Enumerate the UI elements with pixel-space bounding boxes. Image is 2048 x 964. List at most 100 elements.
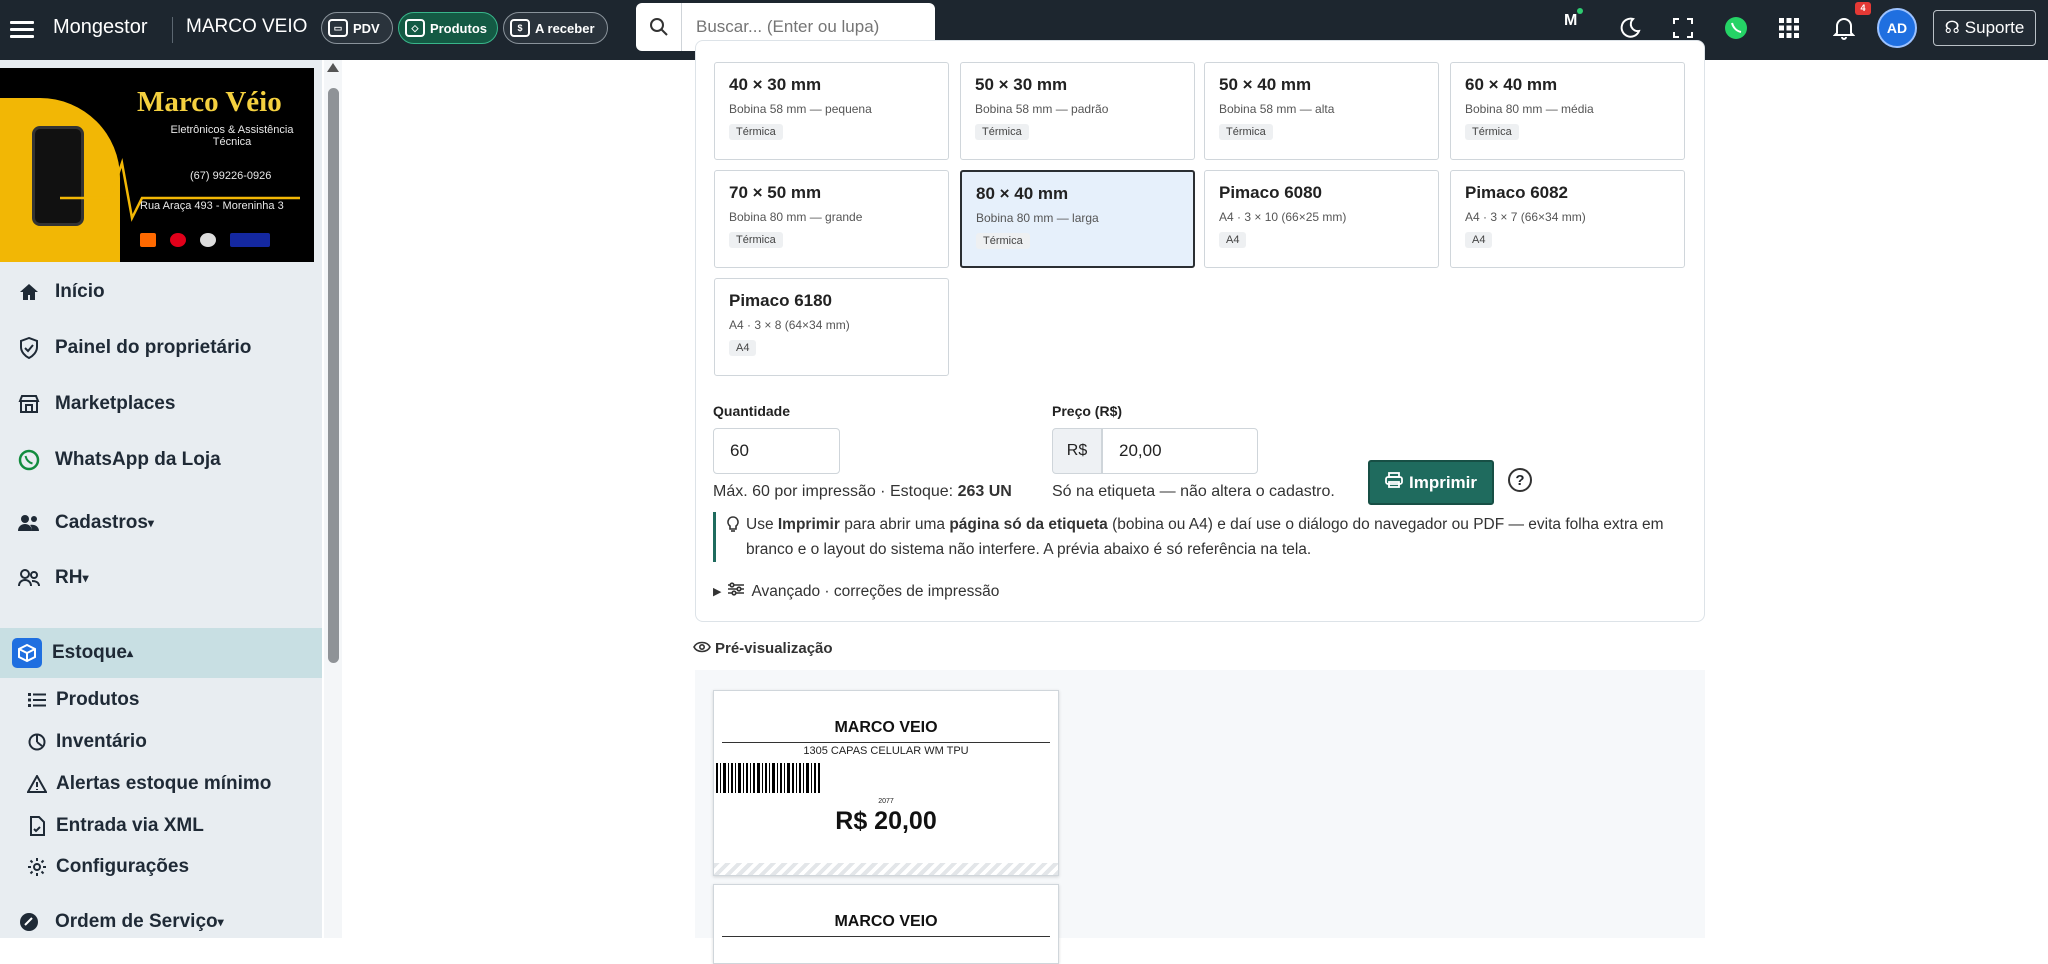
receivable-icon: $ xyxy=(510,19,530,37)
search-input[interactable] xyxy=(682,16,922,38)
quantity-hint: Máx. 60 por impressão · Estoque: 263 UN xyxy=(713,483,1012,501)
shield-icon xyxy=(17,336,41,360)
sidebar-subitem-alertas[interactable]: Alertas estoque mínimo xyxy=(0,768,322,800)
tools-icon xyxy=(17,910,41,934)
sidebar: Marco Véio Eletrônicos & Assistência Téc… xyxy=(0,60,322,938)
format-option[interactable]: 40 × 30 mm Bobina 58 mm — pequena Térmic… xyxy=(714,62,949,160)
quantity-hint-text: Máx. 60 por impressão · Estoque: xyxy=(713,483,958,500)
quantity-input[interactable]: 60 xyxy=(713,428,840,474)
whatsapp-icon xyxy=(17,448,41,472)
sidebar-scrollbar[interactable] xyxy=(324,60,342,938)
whatsapp-icon[interactable] xyxy=(1721,13,1751,43)
notification-badge: 4 xyxy=(1855,2,1871,15)
sidebar-subitem-configuracoes[interactable]: Configurações xyxy=(0,851,322,883)
avatar[interactable]: AD xyxy=(1877,8,1917,48)
a-receber-button[interactable]: $ A receber xyxy=(503,12,608,44)
format-name: 70 × 50 mm xyxy=(729,183,822,202)
sidebar-subitem-inventario[interactable]: Inventário xyxy=(0,726,322,758)
logo-title: Marco Véio xyxy=(137,86,282,118)
gear-icon xyxy=(27,857,47,877)
sidebar-item-marketplaces[interactable]: Marketplaces xyxy=(0,382,322,426)
sidebar-subitem-xml[interactable]: Entrada via XML xyxy=(0,810,322,842)
format-tag: Térmica xyxy=(729,232,783,248)
sidebar-item-estoque[interactable]: Estoque ▴ xyxy=(0,628,322,678)
lightbulb-icon xyxy=(727,516,739,541)
people-icon xyxy=(17,566,41,590)
format-name: 60 × 40 mm xyxy=(1465,75,1558,94)
format-option[interactable]: 60 × 40 mm Bobina 80 mm — média Térmica xyxy=(1450,62,1685,160)
format-option[interactable]: Pimaco 6180 A4 · 3 × 8 (64×34 mm) A4 xyxy=(714,278,949,376)
pdv-button[interactable]: ▭ PDV xyxy=(321,12,393,44)
format-option[interactable]: Pimaco 6082 A4 · 3 × 7 (66×34 mm) A4 xyxy=(1450,170,1685,268)
format-option-selected[interactable]: 80 × 40 mm Bobina 80 mm — larga Térmica xyxy=(960,170,1195,268)
m-app-icon[interactable]: M xyxy=(1564,8,1583,30)
help-icon[interactable]: ? xyxy=(1508,468,1532,492)
apps-grid-icon[interactable] xyxy=(1774,13,1804,43)
fullscreen-icon[interactable] xyxy=(1668,13,1698,43)
pdv-label: PDV xyxy=(353,20,380,36)
format-desc: Bobina 58 mm — pequena xyxy=(729,102,872,116)
divider xyxy=(172,17,173,43)
format-desc: Bobina 80 mm — média xyxy=(1465,102,1594,116)
sidebar-item-label: Estoque xyxy=(52,642,127,663)
format-option[interactable]: 50 × 30 mm Bobina 58 mm — padrão Térmica xyxy=(960,62,1195,160)
m-letter: M xyxy=(1564,12,1578,29)
subitem-label: Inventário xyxy=(56,731,147,752)
file-icon xyxy=(27,816,47,836)
dark-mode-icon[interactable] xyxy=(1615,13,1645,43)
format-name: 50 × 30 mm xyxy=(975,75,1068,94)
barcode xyxy=(716,763,820,793)
search-icon[interactable] xyxy=(636,3,682,51)
advanced-toggle[interactable]: ▶ Avançado · correções de impressão xyxy=(713,582,999,601)
price-input[interactable]: 20,00 xyxy=(1102,428,1258,474)
sidebar-item-label: Marketplaces xyxy=(55,393,176,414)
format-option[interactable]: Pimaco 6080 A4 · 3 × 10 (66×25 mm) A4 xyxy=(1204,170,1439,268)
label-preview-2: MARCO VEIO xyxy=(713,884,1059,964)
support-button[interactable]: ☊ Suporte xyxy=(1933,10,2036,46)
format-option[interactable]: 50 × 40 mm Bobina 58 mm — alta Térmica xyxy=(1204,62,1439,160)
sidebar-item-label: RH xyxy=(55,567,83,588)
label-preview: MARCO VEIO 1305 CAPAS CELULAR WM TPU 207… xyxy=(713,690,1059,876)
advanced-label: Avançado · correções de impressão xyxy=(751,582,1000,600)
currency-prefix: R$ xyxy=(1052,428,1102,474)
sidebar-item-label: Painel do proprietário xyxy=(55,337,252,358)
menu-icon[interactable] xyxy=(10,17,34,43)
sidebar-item-cadastros[interactable]: Cadastros ▾ xyxy=(0,501,322,545)
chevron-down-icon: ▾ xyxy=(147,516,154,530)
cut-line xyxy=(714,863,1058,875)
produtos-label: Produtos xyxy=(429,20,487,36)
produtos-button[interactable]: ◇ Produtos xyxy=(398,12,498,44)
logo-address: Rua Araça 493 - Moreninha 3 xyxy=(140,200,284,212)
format-desc: Bobina 58 mm — padrão xyxy=(975,102,1109,116)
pdv-icon: ▭ xyxy=(328,19,348,37)
box-icon: ◇ xyxy=(405,19,425,37)
print-button[interactable]: Imprimir xyxy=(1368,460,1494,505)
note-text: Use xyxy=(746,516,778,533)
note-bold: Imprimir xyxy=(777,516,840,533)
sidebar-item-whatsapp[interactable]: WhatsApp da Loja xyxy=(0,438,322,482)
home-icon xyxy=(17,280,41,304)
sidebar-subitem-produtos[interactable]: Produtos xyxy=(0,684,322,716)
print-label: Imprimir xyxy=(1408,472,1478,492)
sidebar-item-ordem-servico[interactable]: Ordem de Serviço ▾ xyxy=(0,900,322,938)
app-brand[interactable]: Mongestor xyxy=(53,16,148,39)
price-label: Preço (R$) xyxy=(1052,403,1123,419)
format-desc: Bobina 80 mm — grande xyxy=(729,210,863,224)
subitem-label: Entrada via XML xyxy=(56,815,204,836)
sidebar-item-painel[interactable]: Painel do proprietário xyxy=(0,326,322,370)
bell-icon[interactable] xyxy=(1829,13,1859,43)
scrollbar-thumb[interactable] xyxy=(328,88,339,663)
triangle-right-icon: ▶ xyxy=(713,586,722,598)
format-option[interactable]: 70 × 50 mm Bobina 80 mm — grande Térmica xyxy=(714,170,949,268)
sidebar-item-rh[interactable]: RH ▾ xyxy=(0,556,322,600)
sidebar-item-label: WhatsApp da Loja xyxy=(55,449,221,470)
store-name: MARCO VEIO xyxy=(186,16,308,37)
store-logo: Marco Véio Eletrônicos & Assistência Téc… xyxy=(0,68,314,262)
chevron-down-icon: ▾ xyxy=(217,915,224,929)
sidebar-item-inicio[interactable]: Início xyxy=(0,270,322,314)
price-hint: Só na etiqueta — não altera o cadastro. xyxy=(1052,483,1335,500)
label-price: R$ 20,00 xyxy=(835,807,937,835)
format-tag: Térmica xyxy=(1219,124,1273,140)
clock-chart-icon xyxy=(27,732,47,752)
sidebar-item-label: Início xyxy=(55,281,105,302)
